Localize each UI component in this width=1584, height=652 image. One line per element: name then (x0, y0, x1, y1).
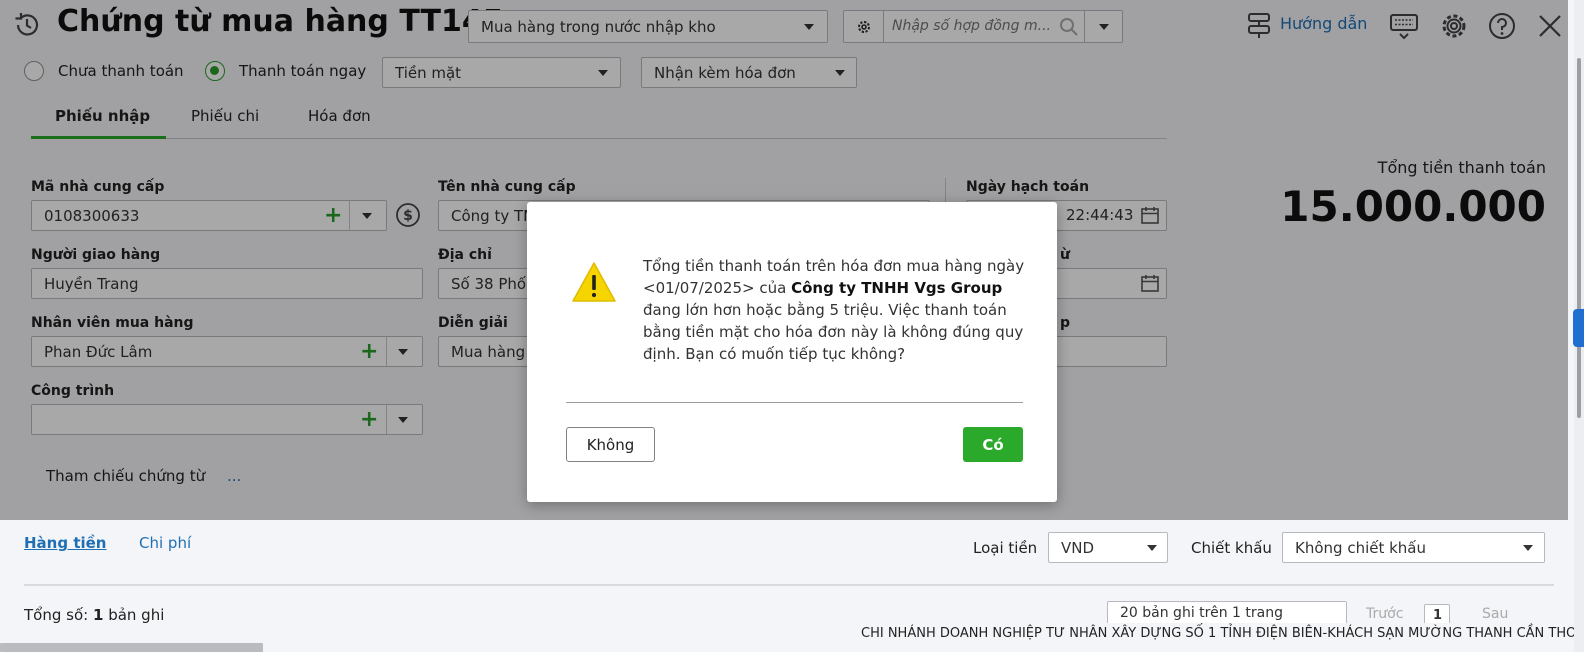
chevron-down-icon (1147, 545, 1157, 551)
record-count-value: 1 (92, 606, 104, 624)
discount-select[interactable]: Không chiết khấu (1282, 532, 1545, 563)
next-page-button[interactable]: Sau (1482, 606, 1508, 622)
tab-goods[interactable]: Hàng tiền (24, 534, 106, 552)
vertical-scrollbar-thumb[interactable] (1577, 58, 1581, 418)
no-button-label: Không (586, 435, 635, 454)
currency-label: Loại tiền (973, 539, 1038, 557)
company-name: CHI NHÁNH DOANH NGHIỆP TƯ NHÂN XÂY DỰNG … (861, 626, 1578, 641)
currency-select[interactable]: VND (1048, 532, 1168, 563)
no-button[interactable]: Không (566, 427, 655, 462)
dialog-divider (566, 402, 1023, 403)
dialog-message: Tổng tiền thanh toán trên hóa đơn mua hà… (643, 255, 1031, 365)
page-size-select[interactable]: 20 bản ghi trên 1 trang (1107, 601, 1347, 625)
prev-page-button[interactable]: Trước (1366, 606, 1403, 622)
chevron-down-icon (1523, 545, 1533, 551)
discount-label: Chiết khấu (1191, 539, 1272, 557)
page-size-value: 20 bản ghi trên 1 trang (1120, 605, 1283, 621)
side-panel-handle[interactable] (1573, 309, 1584, 347)
yes-button[interactable]: Có (963, 427, 1023, 462)
grid-header-line (24, 584, 1554, 586)
discount-value: Không chiết khấu (1295, 538, 1427, 557)
dialog-message-text: đang lớn hơn hoặc bằng 5 triệu. Việc tha… (643, 301, 1024, 363)
warning-icon (571, 260, 617, 304)
record-count-prefix: Tổng số: (24, 606, 89, 624)
confirm-dialog: Tổng tiền thanh toán trên hóa đơn mua hà… (527, 202, 1057, 502)
horizontal-scrollbar[interactable] (0, 643, 263, 652)
yes-button-label: Có (982, 435, 1004, 454)
dialog-message-company: Công ty TNHH Vgs Group (791, 279, 1003, 297)
record-count-suffix: bản ghi (108, 606, 165, 624)
tab-costs[interactable]: Chi phí (139, 534, 191, 552)
record-count: Tổng số: 1 bản ghi (24, 606, 164, 624)
currency-value: VND (1061, 538, 1095, 557)
page-number-value: 1 (1433, 607, 1443, 623)
